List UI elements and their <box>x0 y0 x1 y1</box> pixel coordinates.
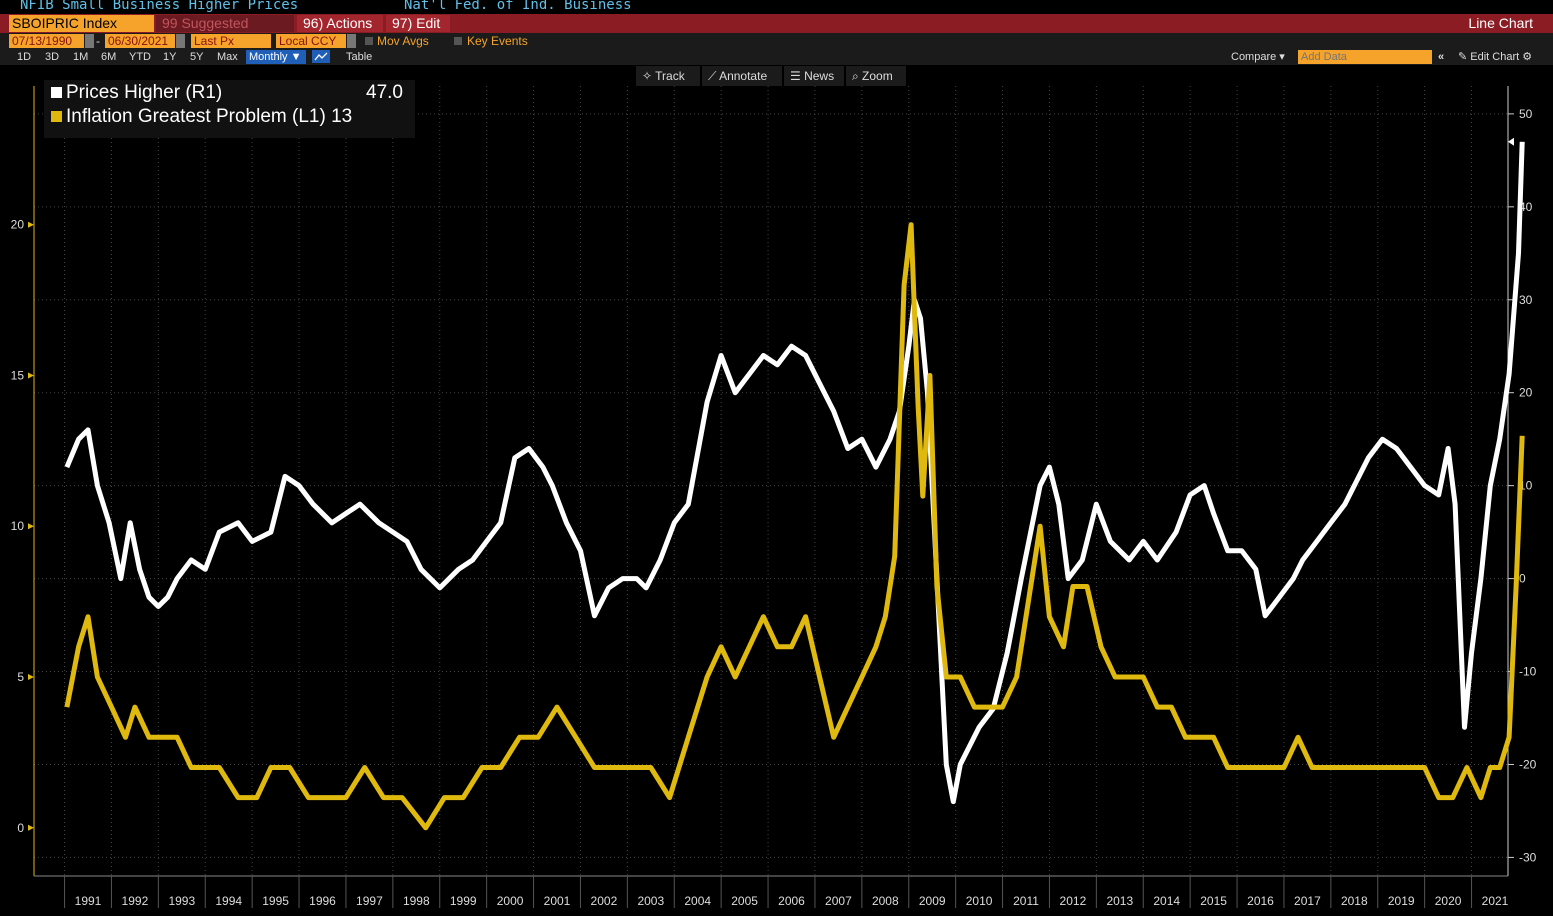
inflation-greatest-problem-line <box>64 222 1525 831</box>
legend-prices-label: Prices Higher (R1) <box>66 82 223 103</box>
x-tick-label: 2004 <box>684 894 711 908</box>
x-tick-label: 2019 <box>1388 894 1415 908</box>
x-tick-label: 2014 <box>1153 894 1180 908</box>
legend-prices-row: Prices Higher (R1) <box>51 82 222 104</box>
x-tick-label: 1996 <box>309 894 336 908</box>
x-tick-label: 2013 <box>1106 894 1133 908</box>
legend: Prices Higher (R1) 47.0 Inflation Greate… <box>44 80 415 138</box>
right-tick-label: -20 <box>1519 757 1537 771</box>
x-tick-label: 2008 <box>872 894 899 908</box>
right-tick-label: 20 <box>1519 386 1533 400</box>
x-tick-label: 1999 <box>450 894 477 908</box>
left-tick-marker <box>28 221 34 228</box>
x-tick-label: 1993 <box>168 894 195 908</box>
x-tick-label: 2009 <box>919 894 946 908</box>
x-tick-label: 1992 <box>122 894 149 908</box>
left-tick-marker <box>28 372 34 379</box>
x-tick-label: 2001 <box>544 894 571 908</box>
x-tick-label: 2020 <box>1435 894 1462 908</box>
right-tick-label: 50 <box>1519 107 1533 121</box>
right-tick-label: 30 <box>1519 293 1533 307</box>
last-value-marker <box>1508 137 1514 146</box>
legend-inflation-swatch <box>51 111 62 122</box>
x-tick-label: 2002 <box>591 894 618 908</box>
left-tick-label: 20 <box>11 218 25 232</box>
x-tick-label: 1994 <box>215 894 242 908</box>
x-tick-label: 2005 <box>731 894 758 908</box>
x-tick-label: 2000 <box>497 894 524 908</box>
legend-prices-value: 47.0 <box>366 82 403 103</box>
x-tick-label: 2017 <box>1294 894 1321 908</box>
series-lines <box>64 141 1525 831</box>
left-tick-marker <box>28 824 34 831</box>
legend-prices-swatch <box>51 87 62 98</box>
x-tick-label: 1997 <box>356 894 383 908</box>
x-tick-label: 2007 <box>825 894 852 908</box>
axes: 1991 1992 1993 1994 1995 1996 1997 1998 1999 2000… <box>11 86 1537 908</box>
x-tick-label: 2016 <box>1247 894 1274 908</box>
x-tick-label: 2011 <box>1013 894 1039 908</box>
x-tick-label: 2010 <box>966 894 993 908</box>
left-tick-label: 5 <box>17 670 24 684</box>
left-tick-marker <box>28 673 34 680</box>
right-tick-label: -10 <box>1519 665 1537 679</box>
left-tick-label: 10 <box>11 519 25 533</box>
x-tick-label: 2012 <box>1060 894 1087 908</box>
x-tick-label: 1991 <box>75 894 102 908</box>
right-tick-label: -30 <box>1519 850 1537 864</box>
left-tick-marker <box>28 523 34 530</box>
left-tick-label: 15 <box>11 368 25 382</box>
legend-inflation-label: Inflation Greatest Problem (L1) 13 <box>66 106 353 127</box>
x-tick-label: 1998 <box>403 894 430 908</box>
right-tick-label: 0 <box>1519 572 1526 586</box>
x-tick-label: 2018 <box>1341 894 1368 908</box>
x-tick-label: 2006 <box>778 894 805 908</box>
x-tick-label: 2015 <box>1200 894 1227 908</box>
legend-inflation-row: Inflation Greatest Problem (L1) 13 <box>51 106 352 128</box>
left-tick-label: 0 <box>17 821 24 835</box>
x-tick-label: 1995 <box>262 894 289 908</box>
x-tick-label: 2003 <box>637 894 664 908</box>
prices-higher-line <box>64 141 1525 805</box>
x-tick-label: 2021 <box>1482 894 1509 908</box>
